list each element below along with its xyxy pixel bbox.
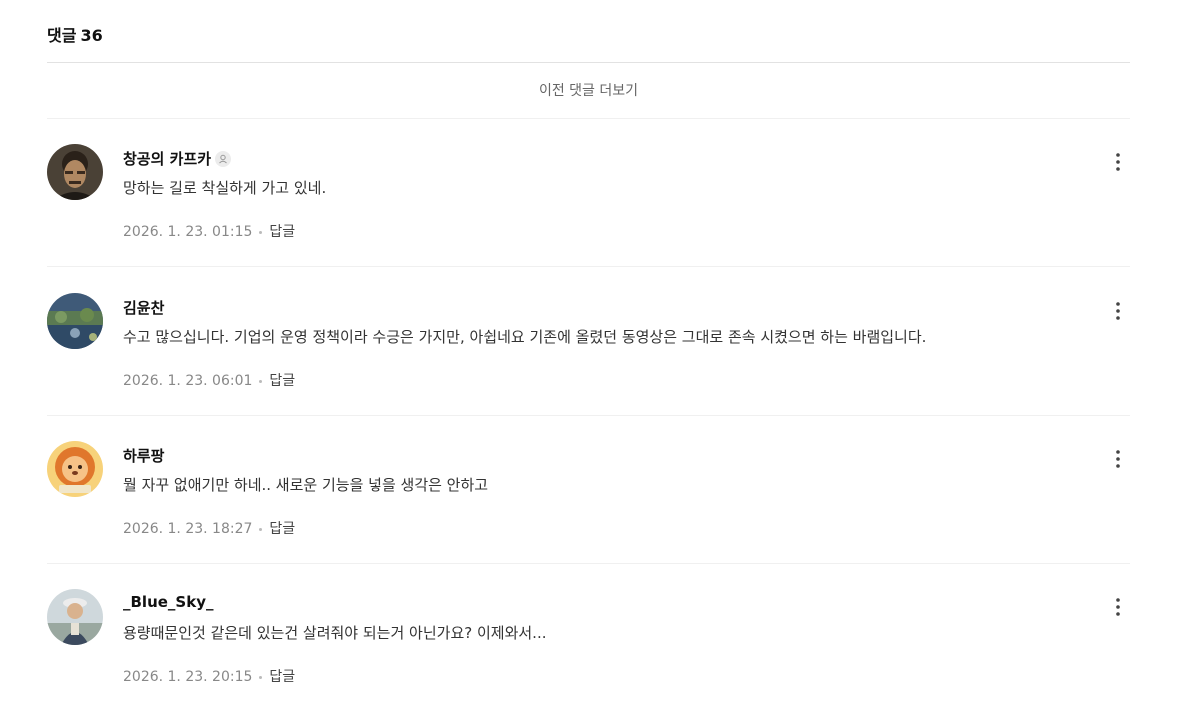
more-options-icon[interactable]	[1111, 597, 1125, 617]
more-options-icon[interactable]	[1111, 152, 1125, 172]
avatar[interactable]	[47, 293, 103, 349]
comment-author-name[interactable]: 창공의 카프카	[123, 150, 211, 168]
more-options-icon[interactable]	[1111, 301, 1125, 321]
divider	[47, 266, 1130, 267]
dot-separator	[259, 675, 263, 679]
comment-meta: 2026. 1. 23. 18:27 답글	[123, 518, 295, 538]
avatar[interactable]	[47, 441, 103, 497]
dot-separator	[259, 379, 263, 383]
comment-item: _Blue_Sky_ 용량때문인것 같은데 있는건 살려줘야 되는거 아닌가요?…	[47, 564, 1130, 703]
comment-author[interactable]: _Blue_Sky_	[123, 593, 213, 611]
portrait-man-icon	[47, 144, 103, 200]
more-options-icon[interactable]	[1111, 449, 1125, 469]
reply-button[interactable]: 답글	[269, 669, 295, 685]
cartoon-lion-icon	[47, 441, 103, 497]
comment-author[interactable]: 김윤찬	[123, 297, 164, 318]
reply-button[interactable]: 답글	[269, 373, 295, 389]
comment-author[interactable]: 창공의 카프카	[123, 148, 232, 169]
comment-author[interactable]: 하루팡	[123, 445, 164, 466]
comment-date: 2026. 1. 23. 20:15	[123, 669, 253, 685]
comment-header-title: 댓글	[47, 26, 77, 45]
comment-text: 용량때문인것 같은데 있는건 살려줘야 되는거 아닌가요? 이제와서...	[123, 624, 547, 642]
hiker-photo-icon	[47, 589, 103, 645]
avatar[interactable]	[47, 589, 103, 645]
reply-button[interactable]: 답글	[269, 224, 295, 240]
comment-text: 수고 많으십니다. 기업의 운영 정책이라 수긍은 가지만, 아쉽네요 기존에 …	[123, 328, 927, 346]
comment-text: 망하는 길로 착실하게 가고 있네.	[123, 179, 327, 197]
comment-header: 댓글 36	[47, 22, 103, 46]
landscape-icon	[47, 293, 103, 349]
comment-date: 2026. 1. 23. 06:01	[123, 373, 253, 389]
comment-date: 2026. 1. 23. 01:15	[123, 224, 253, 240]
comment-meta: 2026. 1. 23. 20:15 답글	[123, 666, 295, 686]
comment-meta: 2026. 1. 23. 01:15 답글	[123, 221, 295, 241]
comment-item: 창공의 카프카 망하는 길로 착실하게 가고 있네. 2026. 1. 23. …	[47, 119, 1130, 267]
reply-button[interactable]: 답글	[269, 521, 295, 537]
dot-separator	[259, 230, 263, 234]
comment-count: 36	[80, 26, 103, 45]
comment-item: 김윤찬 수고 많으십니다. 기업의 운영 정책이라 수긍은 가지만, 아쉽네요 …	[47, 268, 1130, 416]
comment-meta: 2026. 1. 23. 06:01 답글	[123, 370, 295, 390]
comment-item: 하루팡 뭘 자꾸 없애기만 하네.. 새로운 기능을 넣을 생각은 안하고 20…	[47, 416, 1130, 564]
comment-date: 2026. 1. 23. 18:27	[123, 521, 253, 537]
divider	[47, 62, 1130, 63]
load-previous-comments-button[interactable]: 이전 댓글 더보기	[47, 80, 1130, 100]
dot-separator	[259, 527, 263, 531]
comment-text: 뭘 자꾸 없애기만 하네.. 새로운 기능을 넣을 생각은 안하고	[123, 476, 489, 494]
avatar[interactable]	[47, 144, 103, 200]
person-icon	[215, 150, 232, 167]
